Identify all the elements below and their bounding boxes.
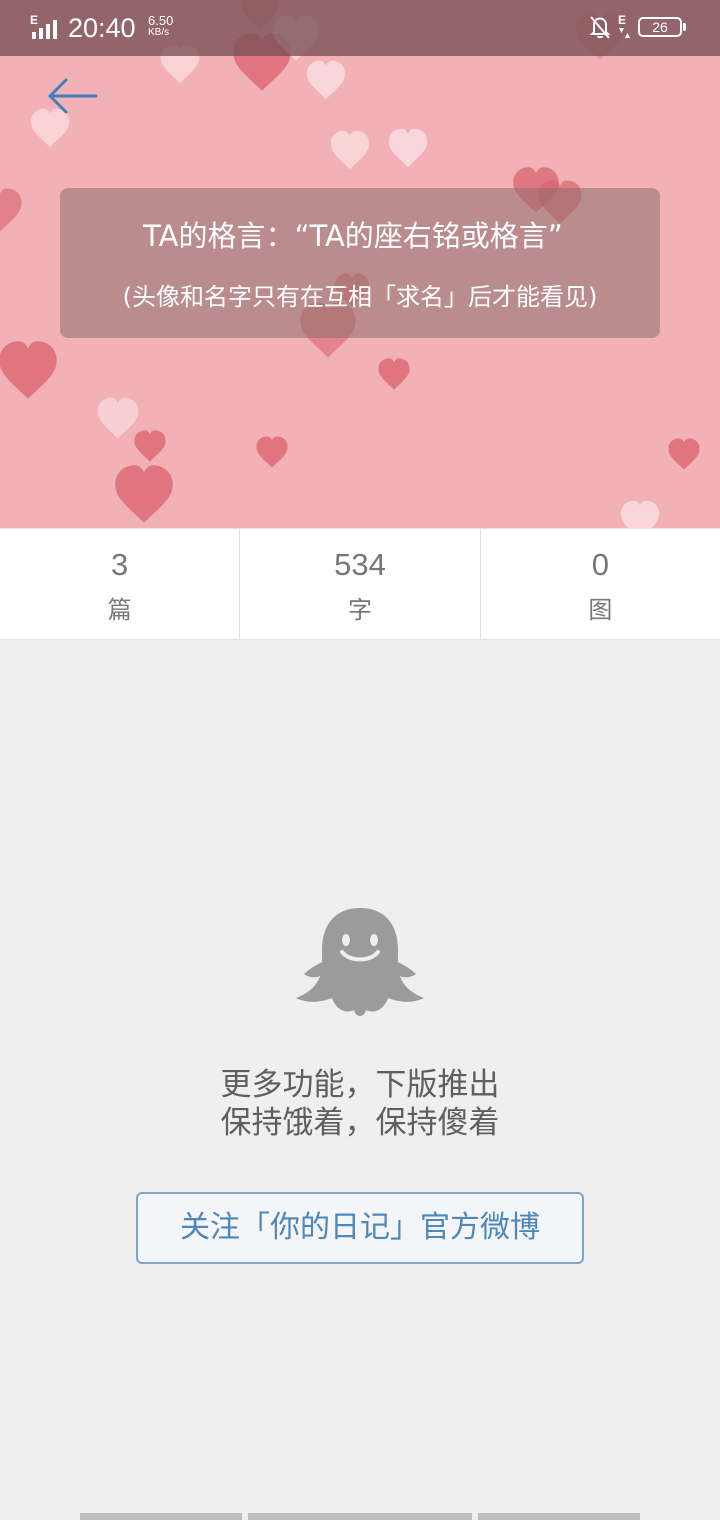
bottom-indicator <box>0 1513 720 1520</box>
profile-screen: TA的格言：“TA的座右铭或格言” (头像和名字只有在互相「求名」后才能看见) … <box>0 0 720 1520</box>
stat-label: 字 <box>347 596 372 624</box>
stat-value: 3 <box>111 547 129 582</box>
stat-label: 篇 <box>107 596 132 624</box>
follow-weibo-button[interactable]: 关注「你的日记」官方微博 <box>136 1192 584 1264</box>
motto-hint: (头像和名字只有在互相「求名」后才能看见) <box>122 283 598 311</box>
stat-label: 图 <box>588 596 613 624</box>
back-button[interactable] <box>40 70 104 122</box>
data-activity-icon: E <box>618 14 630 38</box>
ghost-icon <box>296 908 424 1016</box>
stat-value: 534 <box>334 547 386 582</box>
battery-icon: 26 <box>638 17 686 37</box>
profile-header: TA的格言：“TA的座右铭或格言” (头像和名字只有在互相「求名」后才能看见) <box>0 0 720 528</box>
empty-state-line1: 更多功能，下版推出 <box>220 1067 500 1103</box>
indicator-segment <box>80 1513 242 1520</box>
bell-off-icon <box>589 16 611 39</box>
status-time: 20:40 <box>68 13 136 43</box>
network-speed: 6.50 KB/s <box>148 14 173 38</box>
network-type: E <box>30 14 38 27</box>
stat-images[interactable]: 0 图 <box>479 529 720 639</box>
indicator-segment <box>248 1513 472 1520</box>
motto-text: TA的格言：“TA的座右铭或格言” <box>143 219 563 253</box>
stat-articles[interactable]: 3 篇 <box>0 529 239 639</box>
stat-words[interactable]: 534 字 <box>239 529 479 639</box>
indicator-segment <box>478 1513 640 1520</box>
speed-value: 6.50 <box>148 13 174 28</box>
stat-value: 0 <box>591 547 609 582</box>
status-bar: E 20:40 6.50 KB/s E 26 <box>0 0 720 56</box>
stats-bar: 3 篇 534 字 0 图 <box>0 528 720 640</box>
secondary-network-type: E <box>618 14 626 27</box>
signal-icon: E <box>30 14 57 39</box>
empty-state-line2: 保持饿着，保持傻着 <box>220 1105 500 1141</box>
speed-unit: KB/s <box>148 27 170 38</box>
arrow-left-icon <box>48 78 98 114</box>
motto-card: TA的格言：“TA的座右铭或格言” (头像和名字只有在互相「求名」后才能看见) <box>60 188 660 338</box>
